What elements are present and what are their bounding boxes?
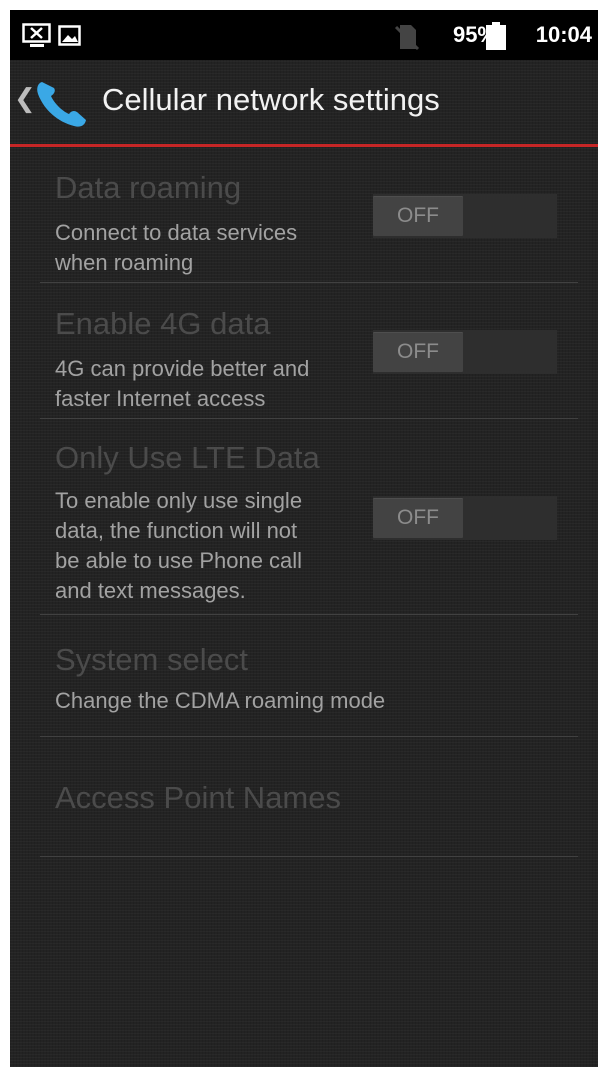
cellular-settings-screen: 95% 10:04 ❮ Cellular network settings Da…	[10, 10, 598, 1067]
toggle-knob: OFF	[373, 332, 463, 372]
row-divider	[40, 736, 578, 737]
setting-data-roaming[interactable]: Data roaming Connect to data services wh…	[40, 170, 578, 280]
setting-summary-line: Connect to data services	[55, 220, 298, 245]
setting-summary-line: when roaming	[55, 250, 194, 275]
setting-summary-line: 4G can provide better and	[55, 356, 310, 381]
row-divider	[40, 856, 578, 857]
toggle-knob: OFF	[373, 196, 463, 236]
setting-access-point-names[interactable]: Access Point Names	[40, 780, 578, 840]
setting-title: Data roaming	[55, 170, 242, 205]
row-divider	[40, 282, 578, 283]
status-bar: 95% 10:04	[10, 10, 598, 60]
setting-system-select[interactable]: System select Change the CDMA roaming mo…	[40, 642, 578, 732]
enable-4g-toggle[interactable]: OFF	[373, 330, 557, 374]
no-sim-icon	[394, 23, 420, 56]
screenshot-icon	[22, 23, 54, 54]
toggle-state-label: OFF	[397, 506, 439, 529]
row-divider	[40, 614, 578, 615]
setting-title: System select	[55, 642, 248, 677]
setting-only-lte-data[interactable]: Only Use LTE Data To enable only use sin…	[40, 440, 578, 610]
setting-enable-4g-data[interactable]: Enable 4G data 4G can provide better and…	[40, 306, 578, 416]
toggle-state-label: OFF	[397, 204, 439, 227]
setting-summary-line: To enable only use single	[55, 488, 303, 513]
phone-icon[interactable]	[32, 78, 92, 135]
setting-title: Enable 4G data	[55, 306, 271, 341]
setting-title: Access Point Names	[55, 780, 341, 815]
row-divider	[40, 418, 578, 419]
toggle-knob: OFF	[373, 498, 463, 538]
page-title: Cellular network settings	[102, 82, 440, 117]
battery-icon	[486, 22, 506, 55]
setting-summary-line: faster Internet access	[55, 386, 266, 411]
setting-summary: Change the CDMA roaming mode	[55, 688, 386, 713]
setting-title: Only Use LTE Data	[55, 440, 320, 475]
toggle-state-label: OFF	[397, 340, 439, 363]
action-bar-divider	[10, 144, 598, 147]
data-roaming-toggle[interactable]: OFF	[373, 194, 557, 238]
action-bar[interactable]: ❮ Cellular network settings	[10, 60, 598, 144]
only-lte-toggle[interactable]: OFF	[373, 496, 557, 540]
setting-summary-line: data, the function will not	[55, 518, 298, 543]
status-clock: 10:04	[535, 22, 592, 47]
gallery-icon	[58, 25, 82, 52]
setting-summary-line: and text messages.	[55, 578, 246, 603]
setting-summary-line: be able to use Phone call	[55, 548, 303, 573]
